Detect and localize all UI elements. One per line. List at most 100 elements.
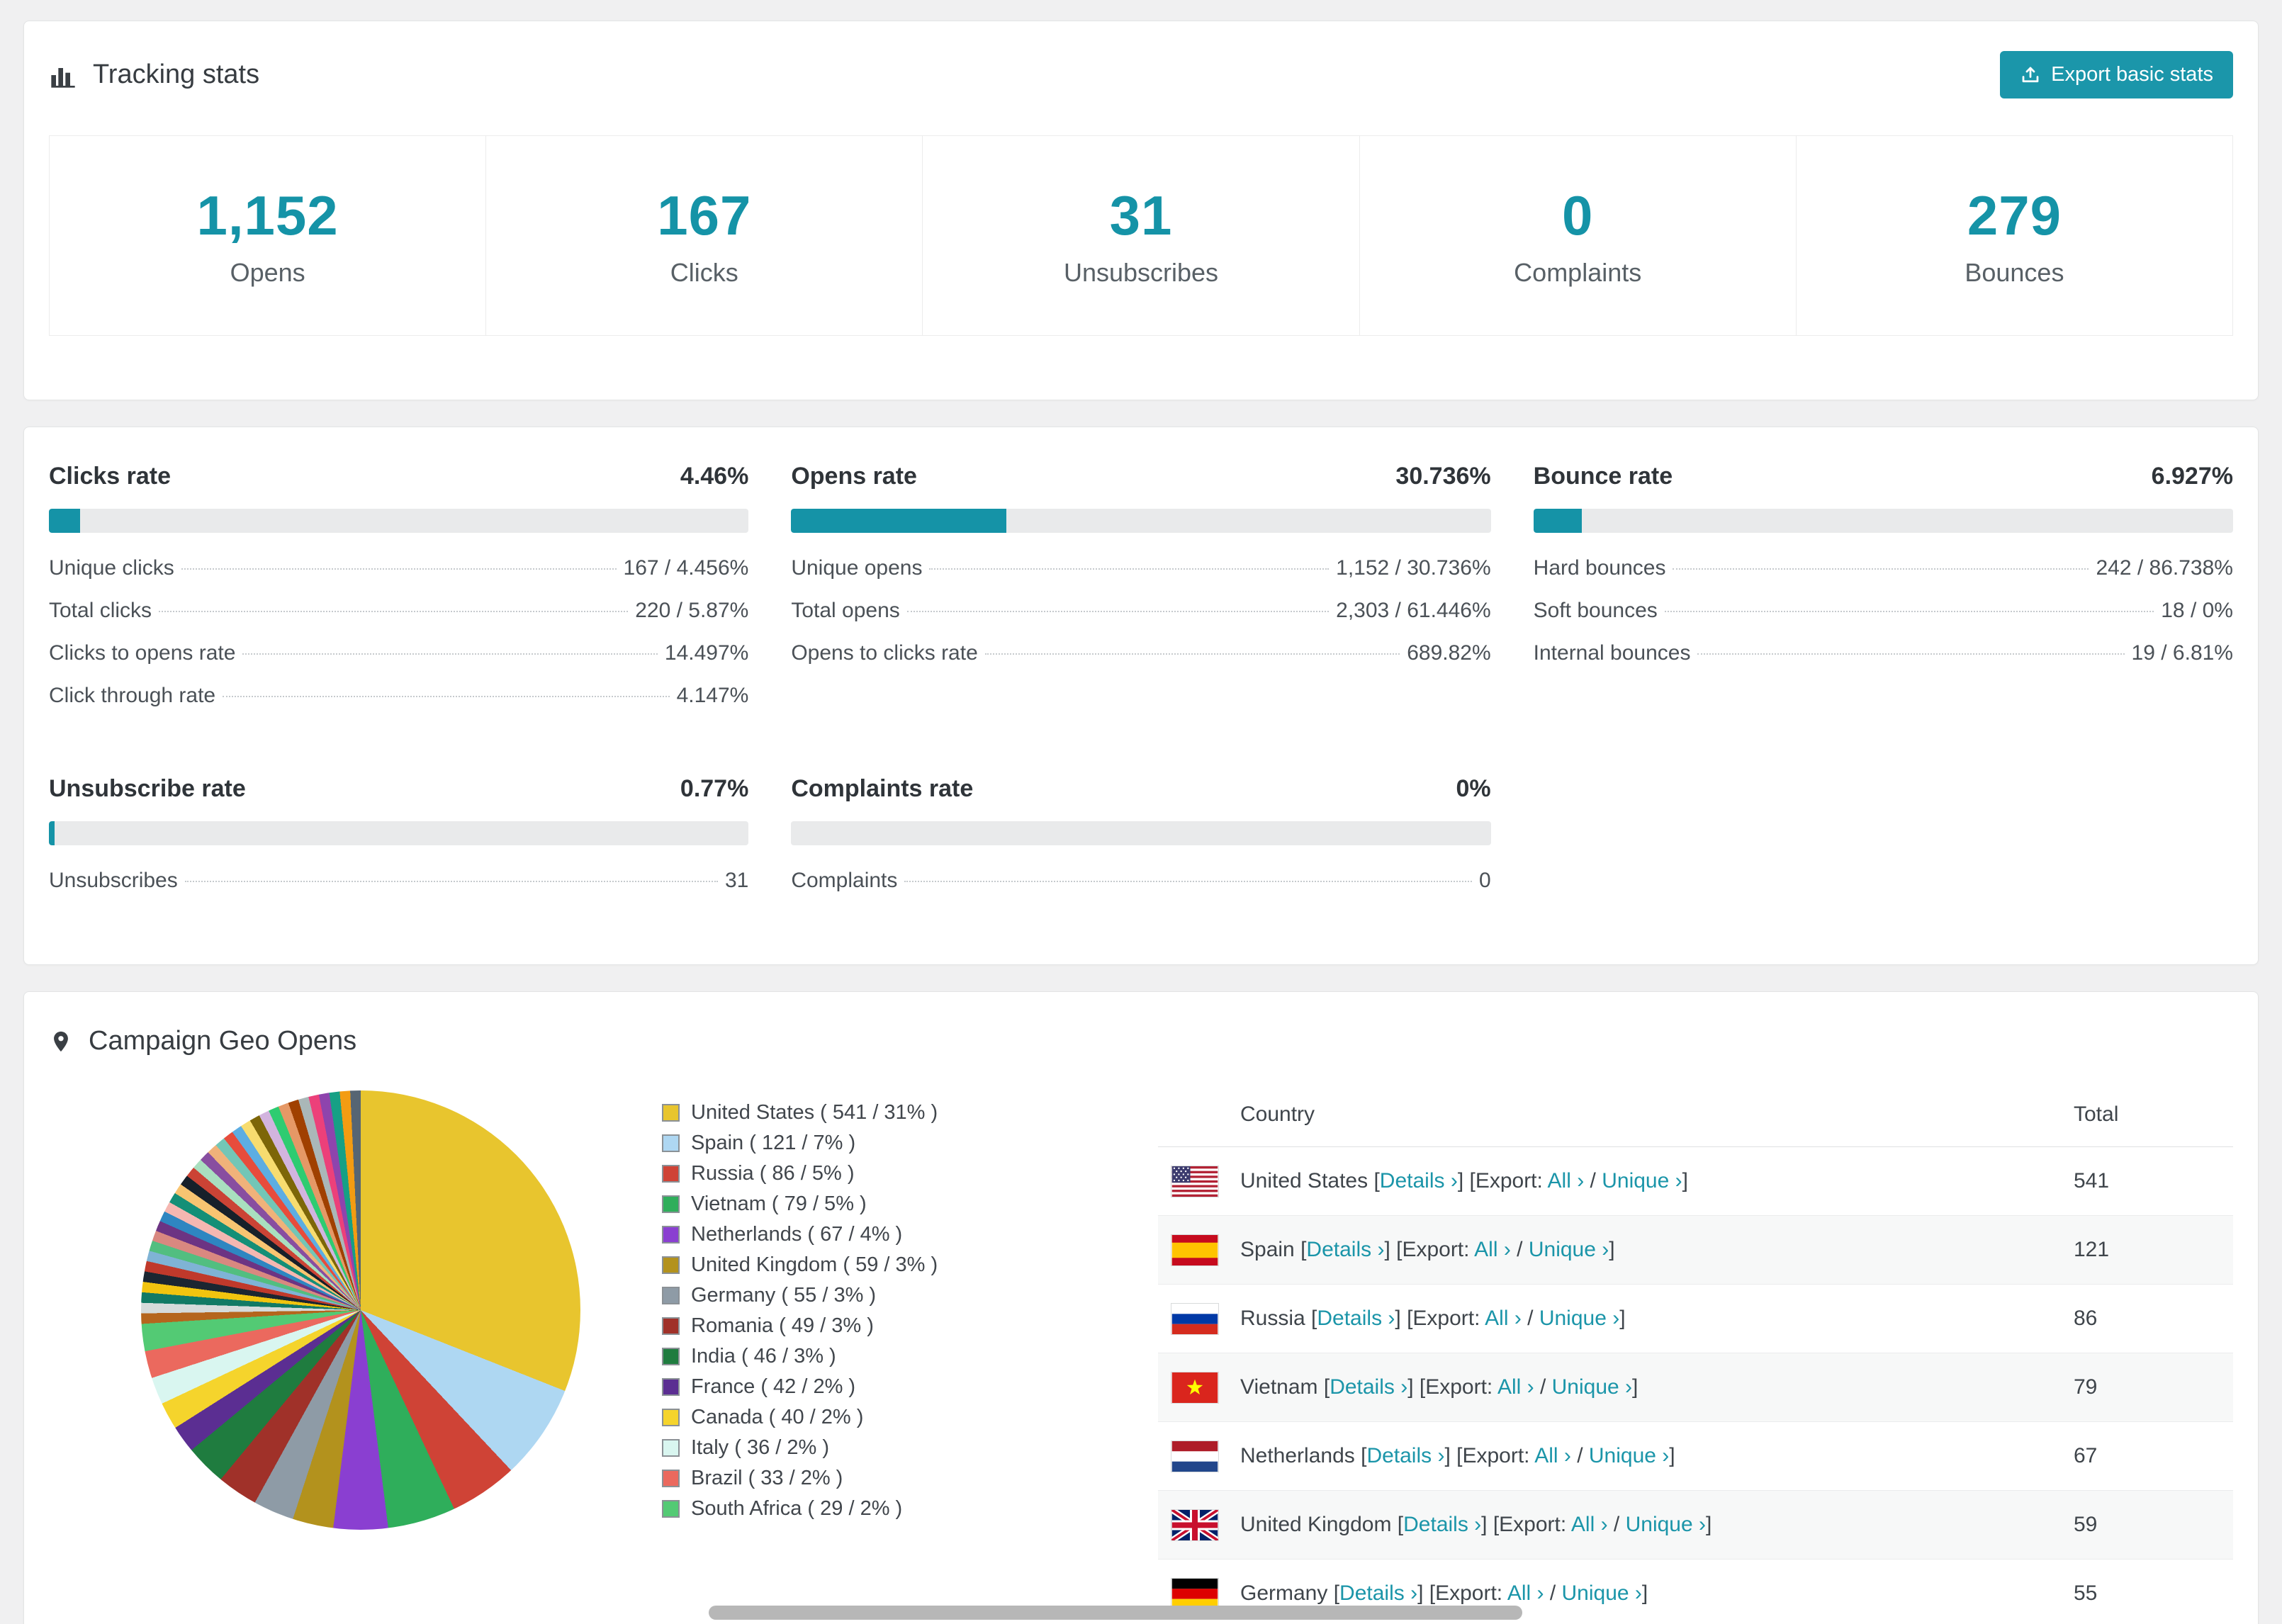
geo-pie-chart[interactable]	[141, 1090, 580, 1530]
location-pin-icon	[54, 1031, 68, 1051]
export-unique-link[interactable]: Unique ›	[1562, 1581, 1642, 1605]
tracking-stats-card: Tracking stats Export basic stats 1,152 …	[23, 21, 2259, 400]
legend-item-russia[interactable]: Russia ( 86 / 5% )	[662, 1158, 1158, 1189]
stat-value: 167	[657, 184, 752, 247]
stat-value: 279	[1967, 184, 2062, 247]
dotted-leader	[904, 881, 1472, 882]
legend-label: South Africa ( 29 / 2% )	[691, 1497, 903, 1520]
legend-swatch	[662, 1470, 680, 1487]
rate-title: Clicks rate	[49, 463, 171, 490]
tracking-stats-title-text: Tracking stats	[93, 60, 260, 89]
export-all-link[interactable]: All ›	[1534, 1444, 1571, 1467]
stat-line-total-opens: Total opens 2,303 / 61.446%	[791, 590, 1490, 632]
legend-item-india[interactable]: India ( 46 / 3% )	[662, 1341, 1158, 1372]
stat-box-bounces: 279 Bounces	[1795, 135, 2234, 336]
legend-label: United Kingdom ( 59 / 3% )	[691, 1253, 938, 1276]
legend-item-netherlands[interactable]: Netherlands ( 67 / 4% )	[662, 1219, 1158, 1250]
country-cell: Russia [Details ›] [Export: All › / Uniq…	[1240, 1307, 1626, 1330]
legend-item-vietnam[interactable]: Vietnam ( 79 / 5% )	[662, 1189, 1158, 1219]
table-row-spain: Spain [Details ›] [Export: All › / Uniqu…	[1158, 1216, 2233, 1285]
details-link[interactable]: Details ›	[1306, 1238, 1384, 1261]
table-row-united-states: United States [Details ›] [Export: All ›…	[1158, 1147, 2233, 1216]
stat-line-label: Unique clicks	[49, 556, 174, 580]
export-unique-link[interactable]: Unique ›	[1626, 1513, 1706, 1536]
legend-item-south-africa[interactable]: South Africa ( 29 / 2% )	[662, 1494, 1158, 1524]
rate-progress-track	[49, 821, 749, 845]
legend-label: Brazil ( 33 / 2% )	[691, 1467, 843, 1489]
rate-progress-fill	[791, 509, 1006, 533]
details-link[interactable]: Details ›	[1317, 1307, 1395, 1330]
total-cell: 67	[2074, 1444, 2098, 1467]
export-all-link[interactable]: All ›	[1507, 1581, 1544, 1605]
legend-item-romania[interactable]: Romania ( 49 / 3% )	[662, 1311, 1158, 1341]
legend-item-brazil[interactable]: Brazil ( 33 / 2% )	[662, 1463, 1158, 1494]
rate-block-clicks-rate: Clicks rate 4.46% Unique clicks 167 / 4.…	[49, 463, 749, 717]
stat-line-value: 19 / 6.81%	[2131, 641, 2233, 665]
details-link[interactable]: Details ›	[1380, 1169, 1458, 1192]
export-unique-link[interactable]: Unique ›	[1529, 1238, 1609, 1261]
flag-nl-icon	[1171, 1440, 1219, 1472]
legend-item-canada[interactable]: Canada ( 40 / 2% )	[662, 1402, 1158, 1433]
legend-item-united-kingdom[interactable]: United Kingdom ( 59 / 3% )	[662, 1250, 1158, 1280]
geo-legend: United States ( 541 / 31% ) Spain ( 121 …	[662, 1082, 1158, 1524]
table-row-netherlands: Netherlands [Details ›] [Export: All › /…	[1158, 1422, 2233, 1491]
table-row-united-kingdom: United Kingdom [Details ›] [Export: All …	[1158, 1491, 2233, 1560]
flag-de-icon	[1171, 1577, 1219, 1610]
legend-item-spain[interactable]: Spain ( 121 / 7% )	[662, 1128, 1158, 1158]
dotted-leader	[181, 568, 617, 570]
total-cell: 79	[2074, 1375, 2098, 1399]
export-unique-link[interactable]: Unique ›	[1552, 1375, 1632, 1399]
export-unique-link[interactable]: Unique ›	[1539, 1307, 1619, 1330]
details-link[interactable]: Details ›	[1330, 1375, 1407, 1399]
legend-swatch	[662, 1378, 680, 1396]
stat-line-unique-clicks: Unique clicks 167 / 4.456%	[49, 547, 748, 590]
legend-swatch	[662, 1439, 680, 1457]
dotted-leader	[1664, 611, 2154, 612]
rate-title: Opens rate	[791, 463, 917, 490]
details-link[interactable]: Details ›	[1339, 1581, 1417, 1605]
stat-line-label: Soft bounces	[1533, 599, 1658, 622]
dotted-leader	[159, 611, 629, 612]
rate-progress-fill	[1533, 509, 1583, 533]
export-unique-link[interactable]: Unique ›	[1589, 1444, 1669, 1467]
legend-label: Vietnam ( 79 / 5% )	[691, 1192, 867, 1215]
stat-line-label: Unique opens	[791, 556, 923, 580]
stat-line-label: Clicks to opens rate	[49, 641, 236, 665]
legend-swatch	[662, 1348, 680, 1365]
legend-item-france[interactable]: France ( 42 / 2% )	[662, 1372, 1158, 1402]
table-row-russia: Russia [Details ›] [Export: All › / Uniq…	[1158, 1285, 2233, 1353]
rate-head: Clicks rate 4.46%	[49, 463, 748, 490]
stat-line-value: 689.82%	[1407, 641, 1491, 665]
country-cell: Germany [Details ›] [Export: All › / Uni…	[1240, 1581, 1648, 1605]
total-column-header: Total	[2074, 1102, 2119, 1126]
export-all-link[interactable]: All ›	[1571, 1513, 1608, 1536]
horizontal-scrollbar-thumb[interactable]	[709, 1606, 1522, 1620]
flag-us-icon	[1171, 1165, 1219, 1197]
legend-swatch	[662, 1317, 680, 1335]
geo-opens-title: Campaign Geo Opens	[49, 1026, 2233, 1056]
export-all-link[interactable]: All ›	[1474, 1238, 1511, 1261]
rates-card: Clicks rate 4.46% Unique clicks 167 / 4.…	[23, 427, 2259, 965]
legend-swatch	[662, 1256, 680, 1274]
export-all-link[interactable]: All ›	[1548, 1169, 1585, 1192]
legend-swatch	[662, 1104, 680, 1122]
export-unique-link[interactable]: Unique ›	[1602, 1169, 1682, 1192]
rate-block-opens-rate: Opens rate 30.736% Unique opens 1,152 / …	[791, 463, 1491, 717]
rate-block-bounce-rate: Bounce rate 6.927% Hard bounces 242 / 86…	[1533, 463, 2233, 717]
export-basic-stats-button[interactable]: Export basic stats	[2000, 51, 2233, 98]
legend-item-italy[interactable]: Italy ( 36 / 2% )	[662, 1433, 1158, 1463]
dotted-leader	[906, 611, 1330, 612]
table-row-vietnam: Vietnam [Details ›] [Export: All › / Uni…	[1158, 1353, 2233, 1422]
export-all-link[interactable]: All ›	[1497, 1375, 1534, 1399]
legend-label: Spain ( 121 / 7% )	[691, 1132, 856, 1154]
details-link[interactable]: Details ›	[1366, 1444, 1444, 1467]
details-link[interactable]: Details ›	[1403, 1513, 1481, 1536]
legend-item-germany[interactable]: Germany ( 55 / 3% )	[662, 1280, 1158, 1311]
geo-opens-title-text: Campaign Geo Opens	[89, 1026, 357, 1056]
stat-line-value: 14.497%	[664, 641, 749, 665]
stat-line-value: 220 / 5.87%	[635, 599, 749, 622]
legend-item-united-states[interactable]: United States ( 541 / 31% )	[662, 1098, 1158, 1128]
export-all-link[interactable]: All ›	[1485, 1307, 1522, 1330]
rate-head: Opens rate 30.736%	[791, 463, 1490, 490]
stat-line-label: Unsubscribes	[49, 869, 178, 892]
